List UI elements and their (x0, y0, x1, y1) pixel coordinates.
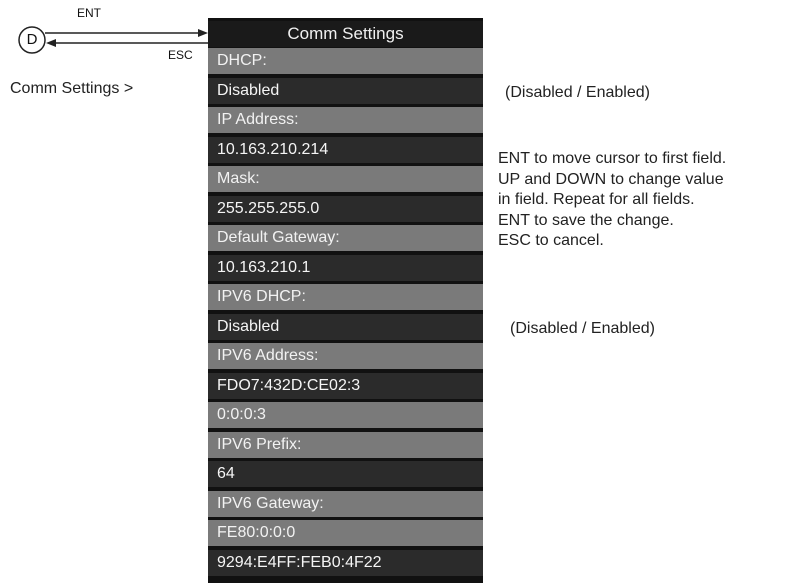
menu-path-label: Comm Settings > (10, 80, 134, 97)
instruction-line: ENT to save the change. (498, 211, 674, 229)
instruction-line: ENT to move cursor to first field. (498, 150, 727, 167)
field-label: IPV6 Prefix: (208, 431, 483, 458)
field-value[interactable]: FDO7:432D:CE02:3 (208, 372, 483, 399)
field-label: IPV6 Gateway: (208, 490, 483, 517)
comm-settings-screen: Comm Settings DHCP: Disabled IP Address: 10… (208, 18, 483, 583)
field-value[interactable]: 9294:E4FF:FEB0:4F22 (208, 549, 483, 576)
ent-label: ENT (77, 6, 101, 20)
field-value[interactable]: Disabled (208, 77, 483, 104)
field-value[interactable]: 0:0:0:3 (208, 402, 483, 428)
field-label: Mask: (208, 166, 483, 192)
esc-arrowhead (46, 39, 56, 47)
field-value[interactable]: Disabled (208, 313, 483, 340)
field-value[interactable]: 10.163.210.1 (208, 254, 483, 281)
instruction-line: ESC to cancel. (498, 232, 604, 249)
field-label: Default Gateway: (208, 225, 483, 251)
screen-title: Comm Settings (208, 21, 483, 47)
field-label: IPV6 DHCP: (208, 284, 483, 310)
instruction-line: UP and DOWN to change value (498, 170, 724, 188)
ent-arrowhead (198, 29, 208, 37)
d-key-button[interactable]: D (19, 27, 45, 53)
field-label: IP Address: (208, 107, 483, 133)
ipv6-dhcp-options-note: (Disabled / Enabled) (510, 320, 655, 337)
field-label: IPV6 Address: (208, 343, 483, 369)
field-value[interactable]: 255.255.255.0 (208, 195, 483, 222)
instructions-block: ENT to move cursor to first field. UP and… (498, 149, 726, 252)
field-value[interactable]: 10.163.210.214 (208, 136, 483, 163)
dhcp-options-note: (Disabled / Enabled) (505, 84, 650, 101)
esc-label: ESC (168, 48, 193, 62)
instruction-line: in field. Repeat for all fields. (498, 191, 695, 208)
field-value[interactable]: FE80:0:0:0 (208, 520, 483, 546)
field-value[interactable]: 64 (208, 461, 483, 487)
field-label: DHCP: (208, 48, 483, 74)
